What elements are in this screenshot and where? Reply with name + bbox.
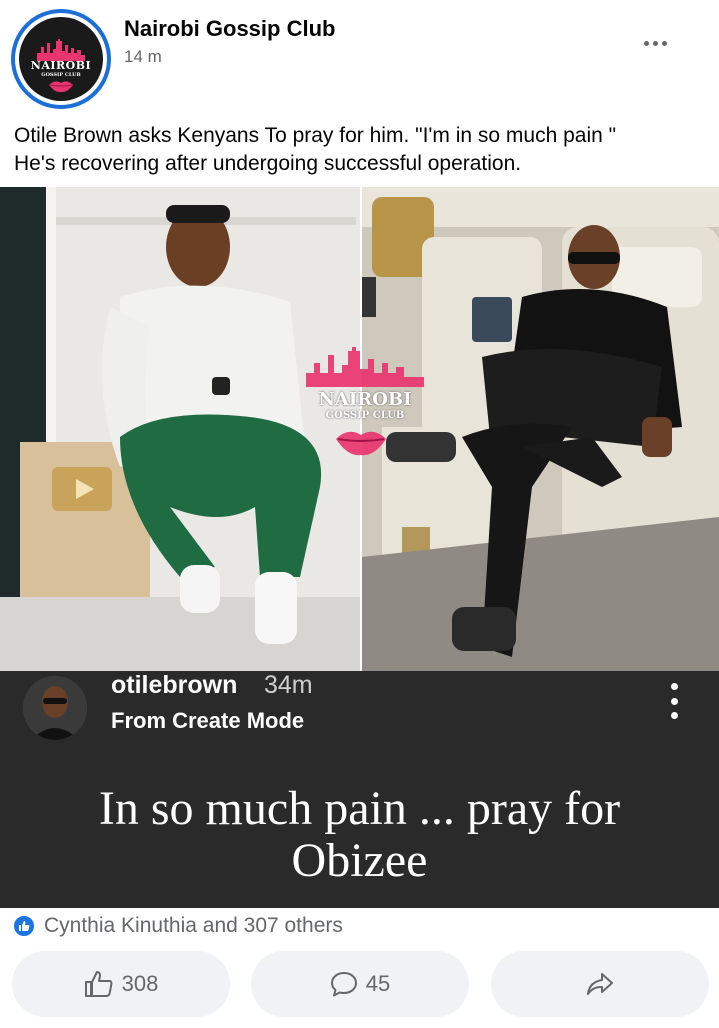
watermark: NAIROBI GOSSIP CLUB bbox=[300, 347, 430, 467]
comment-icon bbox=[330, 972, 357, 997]
logo-wordmark: NAIROBI bbox=[30, 59, 92, 72]
story-text: In so much pain ... pray for Obizee bbox=[0, 783, 719, 887]
story-screenshot[interactable]: otilebrown 34m From Create Mode In so mu… bbox=[0, 671, 719, 908]
story-username: otilebrown bbox=[111, 671, 238, 699]
logo-subtext: GOSSIP CLUB bbox=[41, 72, 81, 78]
comment-count: 45 bbox=[365, 971, 391, 996]
post-caption: Otile Brown asks Kenyans To pray for him… bbox=[14, 122, 714, 178]
caption-line: He's recovering after undergoing success… bbox=[14, 152, 522, 175]
story-text-line: Obizee bbox=[291, 834, 428, 887]
post-photo[interactable]: NAIROBI GOSSIP CLUB bbox=[0, 187, 719, 671]
skyline-icon bbox=[37, 39, 85, 61]
watermark-lips-icon bbox=[336, 431, 386, 456]
like-icon bbox=[84, 971, 113, 997]
share-button[interactable] bbox=[491, 951, 709, 1017]
story-avatar bbox=[23, 676, 87, 740]
reaction-summary[interactable]: Cynthia Kinuthia and 307 others bbox=[12, 912, 343, 940]
page-logo: NAIROBI GOSSIP CLUB bbox=[19, 17, 103, 101]
story-mode: From Create Mode bbox=[111, 708, 305, 733]
caption-line: Otile Brown asks Kenyans To pray for him… bbox=[14, 124, 617, 147]
reaction-text: Cynthia Kinuthia and 307 others bbox=[44, 914, 343, 937]
more-options-icon[interactable] bbox=[632, 26, 678, 60]
post-header: NAIROBI GOSSIP CLUB Nairobi Gossip Club … bbox=[0, 0, 719, 112]
watermark-subtext: GOSSIP CLUB bbox=[325, 410, 405, 421]
watermark-skyline-icon bbox=[306, 347, 424, 387]
story-time: 34m bbox=[264, 671, 313, 699]
story-text-line: In so much pain ... pray for bbox=[98, 782, 621, 835]
post-timestamp[interactable]: 14 m bbox=[124, 47, 162, 67]
comment-button[interactable]: 45 bbox=[251, 951, 469, 1017]
page-name-link[interactable]: Nairobi Gossip Club bbox=[124, 16, 335, 42]
like-reaction-icon bbox=[12, 914, 36, 938]
story-avatar-image bbox=[23, 676, 87, 740]
story-more-icon bbox=[664, 683, 684, 719]
like-button[interactable]: 308 bbox=[12, 951, 230, 1017]
share-icon bbox=[587, 973, 613, 995]
watermark-wordmark: NAIROBI bbox=[318, 389, 412, 410]
like-count: 308 bbox=[121, 971, 159, 996]
lips-icon bbox=[49, 81, 73, 93]
page-avatar[interactable]: NAIROBI GOSSIP CLUB bbox=[11, 9, 111, 109]
